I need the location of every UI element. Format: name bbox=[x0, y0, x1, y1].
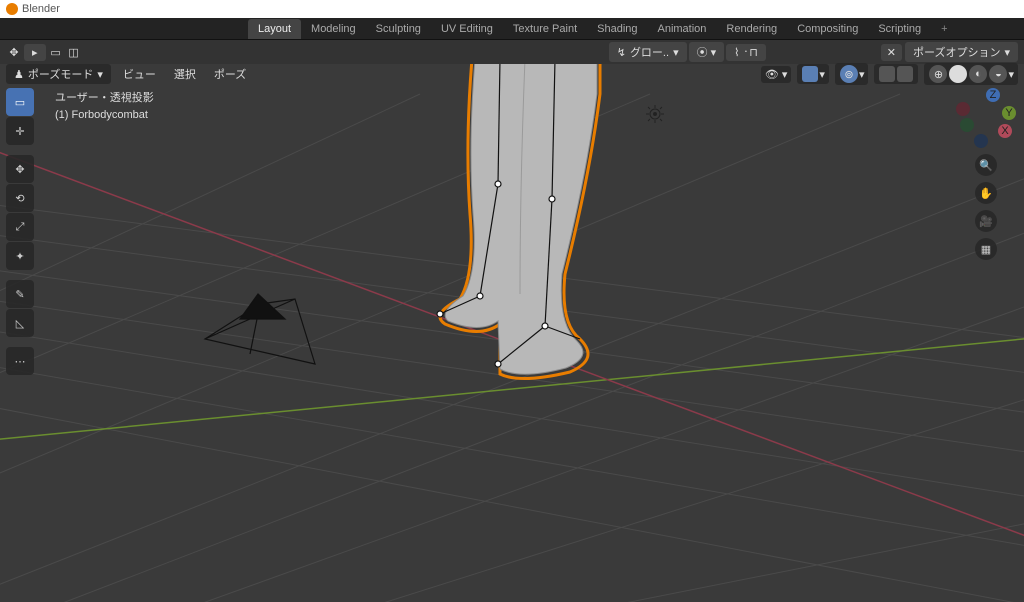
snap-dropdown[interactable]: ⌇ ᛫⊓ bbox=[726, 44, 766, 61]
tab-sculpting[interactable]: Sculpting bbox=[366, 19, 431, 39]
gizmo-pill[interactable]: ▾ bbox=[797, 64, 829, 84]
tab-modeling[interactable]: Modeling bbox=[301, 19, 366, 39]
tool-select-box[interactable]: ▭ bbox=[6, 88, 34, 116]
tab-shading[interactable]: Shading bbox=[587, 19, 647, 39]
tool-transform[interactable]: ✦ bbox=[6, 242, 34, 270]
top-menubar: ファイル 編集 レンダー ウィンドウ ヘルプ Layout Modeling S… bbox=[0, 18, 1024, 40]
submenu-select[interactable]: 選択 bbox=[168, 64, 202, 84]
view-name: ユーザー・透視投影 bbox=[55, 90, 154, 107]
nav-zoom-icon[interactable]: 🔍 bbox=[975, 154, 997, 176]
viewport-header: ✥ ▸ ▭ ◫ ↯ グロー.. ▾ ⦿ ▾ ⌇ ᛫⊓ ✕ ポーズオプション ▾ bbox=[0, 40, 1024, 64]
viewport-canvas bbox=[0, 64, 1024, 602]
tab-rendering[interactable]: Rendering bbox=[716, 19, 787, 39]
editor-type-icon[interactable]: ✥ bbox=[6, 44, 22, 60]
gizmo-z-icon[interactable]: Z bbox=[986, 88, 1000, 102]
viewport-overlay-text: ユーザー・透視投影 (1) Forbodycombat bbox=[55, 90, 154, 123]
submenu-pose[interactable]: ポーズ bbox=[208, 64, 252, 84]
xray2-icon[interactable] bbox=[897, 66, 913, 82]
camera-wireframe bbox=[205, 294, 315, 364]
gizmo-x-icon[interactable]: X bbox=[998, 124, 1012, 138]
submenu-view[interactable]: ビュー bbox=[117, 64, 162, 84]
overlay-pill[interactable]: ⊚▾ bbox=[835, 63, 869, 85]
gizmo-neg-z-icon[interactable] bbox=[974, 134, 988, 148]
tool-annotate[interactable]: ✎ bbox=[6, 280, 34, 308]
tab-compositing[interactable]: Compositing bbox=[787, 19, 868, 39]
nav-persp-icon[interactable]: ▦ bbox=[975, 238, 997, 260]
shade-wire-icon[interactable]: ⊕ bbox=[929, 65, 947, 83]
viewport-nav: Z Y X 🔍 ✋ 🎥 ▦ bbox=[956, 88, 1016, 260]
tab-add-icon[interactable]: + bbox=[931, 19, 957, 39]
visibility-pill[interactable]: 👁 ▾ bbox=[761, 66, 792, 83]
select-mode2-icon[interactable]: ◫ bbox=[66, 44, 82, 60]
workspace-tabs: Layout Modeling Sculpting UV Editing Tex… bbox=[0, 18, 1024, 40]
tool-rotate[interactable]: ⟲ bbox=[6, 184, 34, 212]
object-name: (1) Forbodycombat bbox=[55, 107, 154, 124]
nav-pan-icon[interactable]: ✋ bbox=[975, 182, 997, 204]
shading-drop-icon[interactable]: ▾ bbox=[1008, 68, 1014, 81]
nav-camera-icon[interactable]: 🎥 bbox=[975, 210, 997, 232]
shading-pill: ⊕ ◐ ◒ ▾ bbox=[924, 63, 1018, 85]
3d-viewport[interactable] bbox=[0, 64, 1024, 602]
viewport-subheader: ♟ ポーズモード ▾ ビュー 選択 ポーズ 👁 ▾ ▾ ⊚▾ ⊕ ◐ ◒ ▾ bbox=[0, 62, 1024, 86]
mode-dropdown[interactable]: ♟ ポーズモード ▾ bbox=[6, 64, 111, 84]
tab-layout[interactable]: Layout bbox=[248, 19, 301, 39]
tool-cursor[interactable]: ✛ bbox=[6, 117, 34, 145]
tool-move[interactable]: ✥ bbox=[6, 155, 34, 183]
tab-scripting[interactable]: Scripting bbox=[868, 19, 931, 39]
scene-close-button[interactable]: ✕ bbox=[881, 44, 902, 61]
shade-solid-icon[interactable] bbox=[949, 65, 967, 83]
tab-texturepaint[interactable]: Texture Paint bbox=[503, 19, 587, 39]
blender-logo-icon bbox=[6, 3, 18, 15]
gizmo-y-icon[interactable]: Y bbox=[1002, 106, 1016, 120]
pose-options-dropdown[interactable]: ポーズオプション ▾ bbox=[905, 42, 1018, 62]
window-title: Blender bbox=[22, 3, 60, 15]
xray-pill[interactable] bbox=[874, 64, 918, 84]
gizmo-neg-x-icon[interactable] bbox=[956, 102, 970, 116]
orientation-dropdown[interactable]: ↯ グロー.. ▾ bbox=[609, 42, 687, 62]
pivot-dropdown[interactable]: ⦿ ▾ bbox=[689, 42, 725, 62]
window-titlebar: Blender bbox=[0, 0, 1024, 18]
shade-matprev-icon[interactable]: ◐ bbox=[969, 65, 987, 83]
tab-uvediting[interactable]: UV Editing bbox=[431, 19, 503, 39]
select-mode-icon[interactable]: ▭ bbox=[48, 44, 64, 60]
light-gizmo bbox=[646, 105, 664, 123]
tab-animation[interactable]: Animation bbox=[648, 19, 717, 39]
tool-scale[interactable]: ⤢ bbox=[6, 213, 34, 241]
tool-measure[interactable]: ◺ bbox=[6, 309, 34, 337]
gizmo-neg-y-icon[interactable] bbox=[960, 118, 974, 132]
xray-icon[interactable] bbox=[879, 66, 895, 82]
overlay-toggle-icon[interactable]: ⊚ bbox=[840, 65, 858, 83]
nav-gizmo[interactable]: Z Y X bbox=[956, 88, 1016, 148]
left-toolbar: ▭ ✛ ✥ ⟲ ⤢ ✦ ✎ ◺ ⋯ bbox=[6, 88, 34, 375]
tool-bone[interactable]: ⋯ bbox=[6, 347, 34, 375]
shade-rendered-icon[interactable]: ◒ bbox=[989, 65, 1007, 83]
cursor-tool-button[interactable]: ▸ bbox=[24, 44, 46, 61]
mesh-legs bbox=[437, 64, 600, 379]
